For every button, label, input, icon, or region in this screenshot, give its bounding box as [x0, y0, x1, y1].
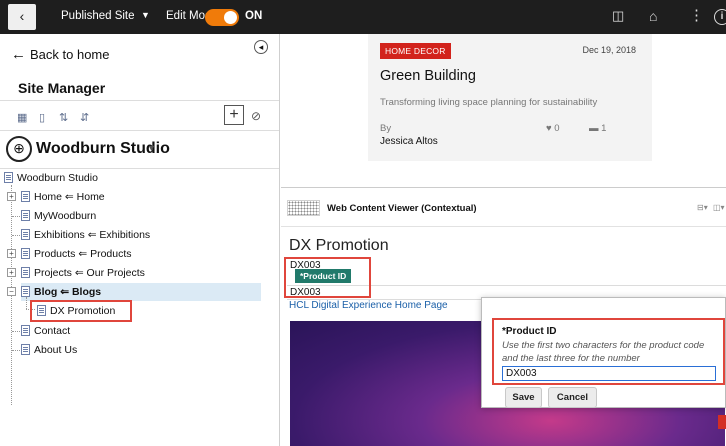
tree-item-label: Home ⇐ Home — [34, 191, 105, 203]
collapse-panel-icon[interactable]: ◂ — [254, 40, 268, 54]
divider — [0, 130, 279, 131]
tree-item-label: Projects ⇐ Our Projects — [34, 267, 145, 279]
back-to-home-label: Back to home — [30, 47, 110, 62]
tree-item-projects[interactable]: Projects ⇐ Our Projects — [21, 264, 145, 282]
card-subtitle: Transforming living space planning for s… — [380, 97, 598, 108]
card-title[interactable]: Green Building — [380, 68, 476, 84]
tree-guide-line — [12, 350, 20, 351]
info-icon[interactable]: i — [714, 9, 726, 25]
page-icon — [21, 210, 30, 221]
divider — [281, 226, 726, 227]
heart-icon: ♥ — [546, 123, 552, 134]
page-icon — [21, 325, 30, 336]
comments-value: 1 — [601, 123, 607, 134]
top-toolbar: ‹ Published Site ▼ Edit Mode: ON ◫ ⌂ ⋮ i — [0, 0, 726, 34]
more-vertical-icon[interactable]: ⋮ — [689, 6, 704, 24]
highlight-box — [284, 257, 371, 298]
portlet-title: Web Content Viewer (Contextual) — [327, 203, 477, 214]
tree-item-label: Blog ⇐ Blogs — [34, 286, 102, 298]
tree-item-exhibitions[interactable]: Exhibitions ⇐ Exhibitions — [21, 226, 150, 244]
site-manager-panel: ← Back to home ◂ Site Manager ▦ ▯ ⇅ ⇵ + ⊘… — [0, 34, 280, 446]
expand-icon[interactable]: + — [7, 192, 16, 201]
tree-item-label: Woodburn Studio — [17, 172, 98, 184]
globe-icon: ⊕ — [6, 136, 32, 162]
page-icon — [21, 286, 30, 297]
divider — [281, 187, 726, 188]
highlight-box — [30, 300, 132, 322]
tree-item-woodburn-studio[interactable]: Woodburn Studio — [4, 169, 98, 187]
tree-item-label: Exhibitions ⇐ Exhibitions — [34, 229, 151, 241]
arrow-left-icon: ← — [11, 46, 26, 63]
page-icon — [21, 191, 30, 202]
tree-guide-line — [12, 235, 20, 236]
back-to-home-link[interactable]: ← Back to home — [11, 46, 110, 63]
expand-icon[interactable]: + — [7, 249, 16, 258]
save-button[interactable]: Save — [505, 387, 542, 408]
page-icon[interactable]: ▯ — [39, 111, 45, 124]
chevron-down-icon[interactable]: ▼ — [141, 10, 150, 20]
tree-item-label: Products ⇐ Products — [34, 248, 132, 260]
tree-item-blog[interactable]: Blog ⇐ Blogs — [21, 283, 101, 301]
portlet-options-icon[interactable]: ◫▾ — [713, 203, 725, 212]
card-author: Jessica Altos — [380, 136, 438, 147]
tree-item-label: About Us — [34, 344, 78, 356]
page-icon — [21, 248, 30, 259]
card-by-label: By — [380, 123, 392, 134]
panel-title: Site Manager — [18, 80, 106, 96]
tree-item-label: MyWoodburn — [34, 210, 97, 222]
likes-value: 0 — [554, 123, 560, 134]
divider — [0, 100, 279, 101]
tree-guide-line — [12, 331, 20, 332]
back-button[interactable]: ‹ — [8, 4, 36, 30]
portlet-menu-icon[interactable]: ⊟▾ — [697, 203, 708, 212]
tree-item-home[interactable]: Home ⇐ Home — [21, 188, 105, 206]
content-title: DX Promotion — [289, 237, 389, 254]
inline-edit-popup: *Product ID Use the first two characters… — [481, 297, 726, 408]
comments-count[interactable]: ▬ 1 — [589, 123, 606, 134]
move-down-icon[interactable]: ⇵ — [80, 111, 89, 124]
collapse-icon[interactable]: − — [7, 287, 16, 296]
tree-item-contact[interactable]: Contact — [21, 322, 70, 340]
recycle-icon[interactable]: ⊘ — [251, 109, 261, 123]
new-page-icon[interactable]: ▦ — [17, 111, 27, 124]
home-page-link[interactable]: HCL Digital Experience Home Page — [289, 300, 448, 311]
drag-handle-icon[interactable] — [287, 200, 320, 216]
blog-card[interactable]: HOME DECOR Dec 19, 2018 Green Building T… — [368, 34, 652, 161]
tree-item-mywoodburn[interactable]: MyWoodburn — [21, 207, 96, 225]
cancel-button[interactable]: Cancel — [548, 387, 597, 408]
edit-mode-state: ON — [245, 10, 263, 22]
card-date: Dec 19, 2018 — [582, 45, 636, 55]
tree-item-about-us[interactable]: About Us — [21, 341, 77, 359]
highlight-box — [492, 318, 725, 385]
tree-item-products[interactable]: Products ⇐ Products — [21, 245, 132, 263]
category-badge[interactable]: HOME DECOR — [380, 43, 451, 59]
page-icon — [21, 229, 30, 240]
edit-mode-toggle[interactable] — [205, 9, 239, 26]
tree-item-label: Contact — [34, 325, 71, 337]
chevron-down-icon[interactable]: ▼ — [147, 143, 156, 153]
move-up-icon[interactable]: ⇅ — [59, 111, 68, 124]
page-icon — [21, 344, 30, 355]
preview-icon[interactable]: ◫ — [612, 8, 624, 24]
expand-icon[interactable]: + — [7, 268, 16, 277]
red-overlay-button[interactable] — [718, 415, 726, 429]
tree-guide-line — [12, 216, 20, 217]
page-icon — [4, 172, 13, 183]
add-page-button[interactable]: + — [224, 105, 244, 125]
page-icon — [21, 267, 30, 278]
likes-count[interactable]: ♥ 0 — [546, 123, 560, 134]
page-preview: HOME DECOR Dec 19, 2018 Green Building T… — [281, 34, 726, 446]
comment-icon: ▬ — [589, 123, 599, 134]
tree-guide-line — [26, 297, 27, 309]
site-selector[interactable]: Published Site — [61, 10, 135, 22]
home-icon[interactable]: ⌂ — [649, 8, 657, 24]
